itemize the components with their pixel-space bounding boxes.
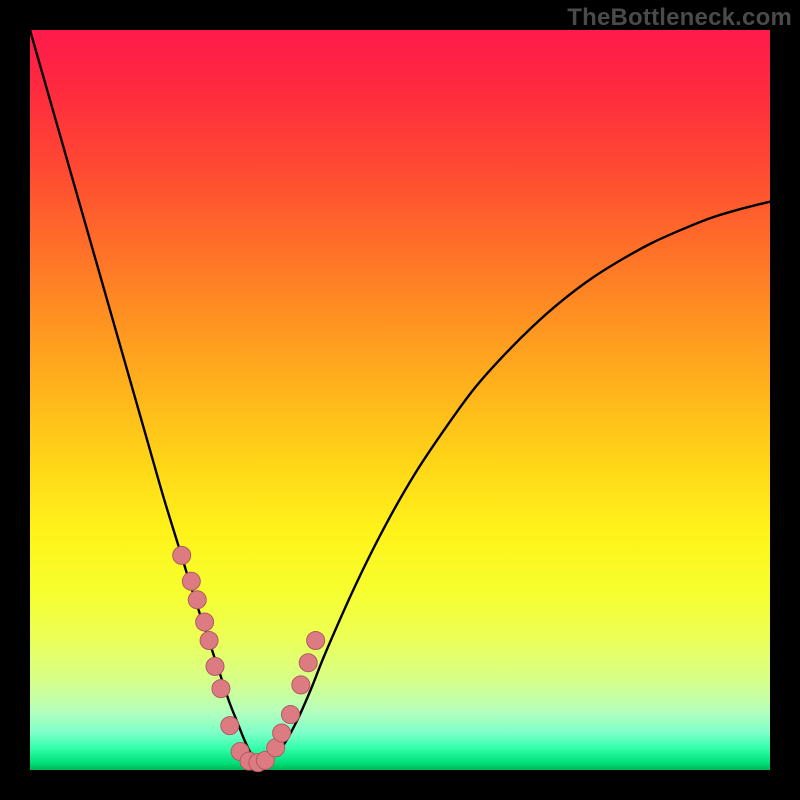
bottleneck-curve bbox=[30, 30, 770, 763]
marker-dot bbox=[188, 591, 206, 609]
marker-dot bbox=[221, 717, 239, 735]
chart-stage: TheBottleneck.com bbox=[0, 0, 800, 800]
marker-dot bbox=[212, 680, 230, 698]
marker-dot bbox=[281, 706, 299, 724]
marker-dot bbox=[206, 657, 224, 675]
marker-dot bbox=[200, 632, 218, 650]
marker-dot bbox=[273, 724, 291, 742]
marker-dot bbox=[173, 546, 191, 564]
plot-area bbox=[30, 30, 770, 770]
marker-dot bbox=[292, 676, 310, 694]
marker-dot bbox=[299, 654, 317, 672]
marker-dot bbox=[307, 632, 325, 650]
marker-dot bbox=[196, 613, 214, 631]
marker-dot bbox=[182, 572, 200, 590]
watermark-text: TheBottleneck.com bbox=[567, 4, 792, 32]
curve-svg bbox=[30, 30, 770, 770]
highlight-markers bbox=[173, 546, 325, 771]
